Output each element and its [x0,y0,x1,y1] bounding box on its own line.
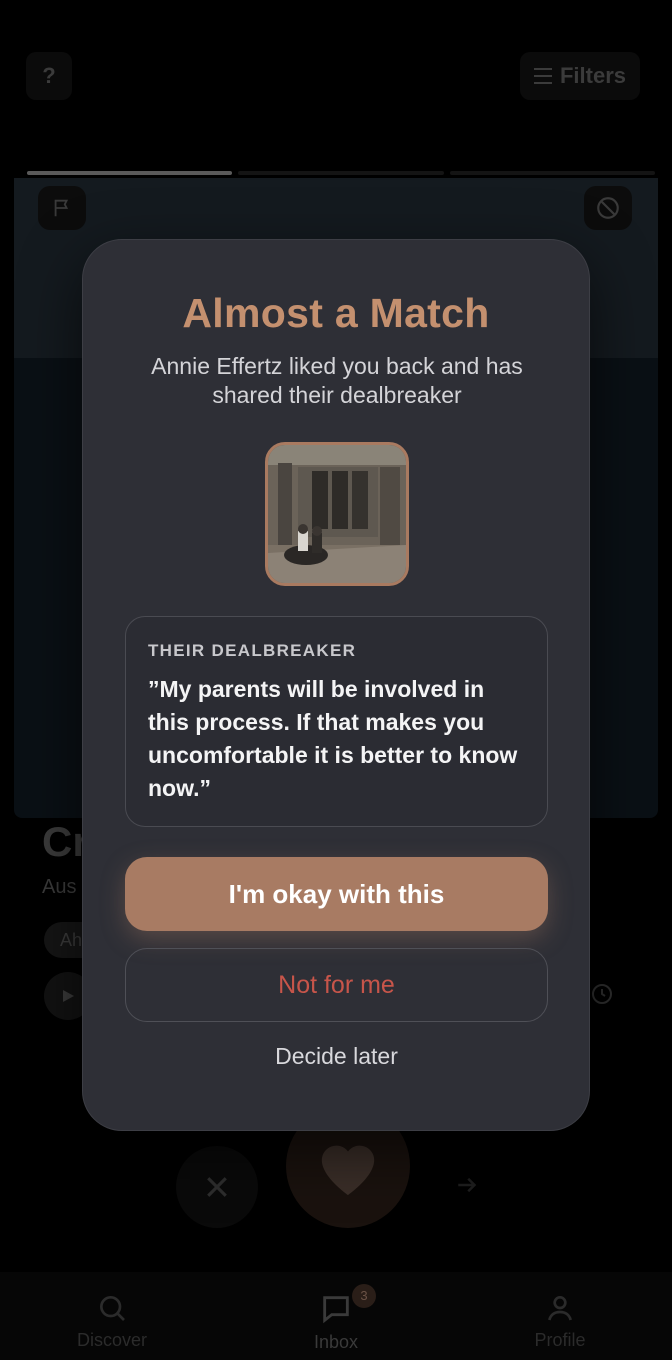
person-icon [548,1296,572,1321]
match-photo [265,442,409,586]
decide-later-button[interactable]: Decide later [125,1036,548,1076]
clock-icon [592,984,612,1004]
help-label: ? [42,63,56,88]
dealbreaker-text: ”My parents will be involved in this pro… [148,676,518,801]
progress-segment [238,171,444,175]
accept-button[interactable]: I'm okay with this [125,857,548,931]
tab-profile[interactable]: Profile [480,1292,640,1351]
modal-title: Almost a Match [182,290,490,336]
filter-icon [533,68,552,84]
tab-discover-label: Discover [76,1330,147,1350]
bottom-tab-bar: Discover 3 Inbox Profile [0,1272,672,1360]
tab-inbox[interactable]: 3 Inbox [256,1284,416,1353]
next-arrow-icon[interactable] [452,1170,482,1200]
report-button[interactable] [38,186,86,230]
dealbreaker-label: THEIR DEALBREAKER [148,641,357,660]
block-button[interactable] [584,186,632,230]
play-icon [63,990,74,1002]
dealbreaker-card: THEIR DEALBREAKER ”My parents will be in… [125,616,548,827]
almost-match-modal: Almost a Match Annie Effertz liked you b… [82,239,590,1131]
tab-profile-label: Profile [534,1330,586,1350]
heart-icon [321,1145,375,1196]
chat-icon [323,1296,349,1324]
help-button[interactable]: ? [26,52,72,100]
reject-button[interactable] [176,1146,258,1228]
filters-label: Filters [559,63,627,88]
tab-discover[interactable]: Discover [32,1292,192,1351]
flag-icon [54,199,69,217]
profile-location: Aus [42,876,77,898]
filters-button[interactable]: Filters [520,52,640,100]
block-icon [597,197,619,219]
inbox-badge: 3 [352,1284,376,1308]
modal-subtitle: Annie Effertz liked you back and has sha… [151,353,523,408]
story-progress [27,171,655,175]
tab-inbox-label: Inbox [313,1332,359,1352]
search-icon [100,1296,125,1321]
progress-segment [449,171,655,175]
match-photo-image [268,445,406,583]
close-icon [207,1177,227,1197]
decline-button[interactable]: Not for me [125,948,548,1022]
progress-segment [27,171,233,175]
